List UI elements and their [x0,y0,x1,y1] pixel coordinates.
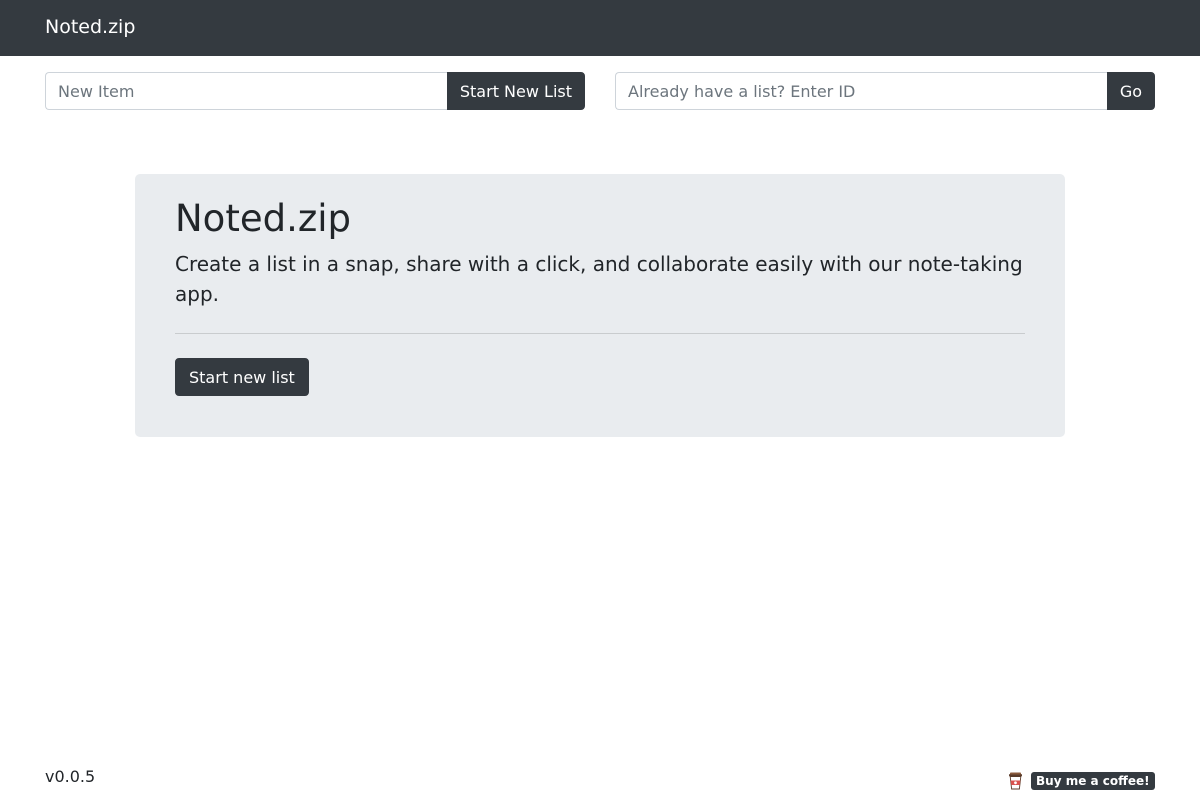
new-item-input[interactable] [45,72,447,110]
buy-me-a-coffee-link[interactable]: Buy me a coffee! [1008,771,1155,791]
coffee-cup-icon [1008,772,1023,790]
coffee-badge: Buy me a coffee! [1031,772,1155,790]
start-new-list-hero-button[interactable]: Start new list [175,358,309,396]
enter-id-form: Go [615,72,1155,110]
jumbotron: Noted.zip Create a list in a snap, share… [135,174,1065,437]
divider [175,333,1025,334]
new-item-form: Start New List [45,72,585,110]
navbar: Noted.zip [0,0,1200,56]
lead-text: Create a list in a snap, share with a cl… [175,252,1023,306]
list-id-input[interactable] [615,72,1107,110]
version-label: v0.0.5 [45,767,96,786]
go-button[interactable]: Go [1106,72,1155,110]
start-new-list-button[interactable]: Start New List [446,72,585,110]
brand-link[interactable]: Noted.zip [45,15,135,39]
page-title: Noted.zip [175,197,352,240]
